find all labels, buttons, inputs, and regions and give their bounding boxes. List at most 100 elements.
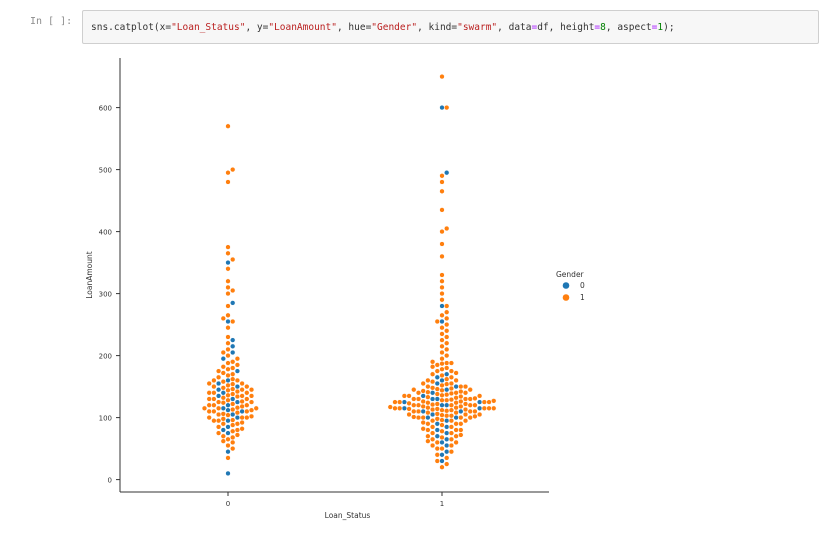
data-point-gender-1 xyxy=(225,360,231,366)
data-point-gender-1 xyxy=(439,361,445,367)
data-point-gender-1 xyxy=(439,382,445,389)
y-tick-label: 400 xyxy=(99,229,112,237)
y-tick-label: 0 xyxy=(108,477,112,485)
data-point-gender-1 xyxy=(225,366,231,372)
data-point-gender-1 xyxy=(206,390,212,396)
data-point-gender-1 xyxy=(215,405,222,411)
data-point-gender-1 xyxy=(420,426,426,432)
data-point-gender-1 xyxy=(439,284,445,291)
data-point-gender-1 xyxy=(458,403,464,410)
data-point-gender-0 xyxy=(220,390,226,396)
data-point-gender-1 xyxy=(225,387,231,393)
data-point-gender-0 xyxy=(429,411,436,418)
data-point-gender-0 xyxy=(444,424,450,430)
data-point-gender-1 xyxy=(225,436,231,442)
data-point-gender-1 xyxy=(444,321,450,328)
data-point-gender-1 xyxy=(420,419,426,426)
data-point-gender-1 xyxy=(448,449,455,455)
data-point-gender-1 xyxy=(462,401,469,407)
data-point-gender-1 xyxy=(434,411,440,417)
data-point-gender-0 xyxy=(215,380,222,387)
data-point-gender-1 xyxy=(434,416,440,422)
data-point-gender-1 xyxy=(448,380,455,387)
data-point-gender-0 xyxy=(439,439,445,446)
x-tick-label: 1 xyxy=(440,500,444,508)
y-axis-label: LoanAmount xyxy=(85,251,94,299)
data-point-gender-1 xyxy=(234,377,241,384)
data-point-gender-1 xyxy=(453,400,459,406)
data-point-gender-1 xyxy=(444,461,450,467)
data-point-gender-1 xyxy=(215,374,222,380)
data-point-gender-1 xyxy=(448,385,455,392)
data-point-gender-1 xyxy=(244,383,250,390)
data-point-gender-1 xyxy=(411,414,417,420)
data-point-gender-1 xyxy=(239,426,245,432)
data-point-gender-1 xyxy=(425,409,431,416)
data-point-gender-1 xyxy=(425,394,431,400)
data-point-gender-1 xyxy=(211,396,217,402)
data-point-gender-1 xyxy=(429,436,436,442)
data-point-gender-0 xyxy=(234,383,241,390)
data-point-gender-1 xyxy=(434,368,440,374)
data-point-gender-1 xyxy=(239,393,245,399)
data-point-gender-1 xyxy=(406,393,412,399)
data-point-gender-0 xyxy=(230,300,236,306)
data-point-gender-1 xyxy=(201,405,208,411)
data-point-gender-1 xyxy=(453,370,459,376)
data-point-gender-0 xyxy=(434,374,440,380)
data-point-gender-1 xyxy=(439,272,445,278)
data-point-gender-1 xyxy=(444,365,450,371)
data-point-gender-0 xyxy=(439,452,445,458)
data-point-gender-0 xyxy=(444,371,450,377)
data-point-gender-1 xyxy=(448,396,455,403)
data-point-gender-1 xyxy=(444,376,450,382)
data-point-gender-1 xyxy=(230,428,236,434)
data-point-gender-1 xyxy=(230,401,236,407)
data-point-gender-1 xyxy=(234,405,241,411)
data-point-gender-1 xyxy=(225,244,231,250)
data-point-gender-1 xyxy=(211,390,217,396)
data-point-gender-1 xyxy=(439,397,445,403)
data-point-gender-0 xyxy=(434,433,440,439)
data-point-gender-1 xyxy=(401,393,408,399)
data-point-gender-0 xyxy=(476,405,483,411)
chart-points xyxy=(201,73,497,477)
data-point-gender-0 xyxy=(439,377,445,384)
data-point-gender-1 xyxy=(239,403,245,410)
data-point-gender-1 xyxy=(230,445,236,452)
data-point-gender-0 xyxy=(453,383,459,390)
data-point-gender-1 xyxy=(211,408,217,415)
data-point-gender-1 xyxy=(230,166,236,173)
data-point-gender-1 xyxy=(420,388,426,394)
data-point-gender-1 xyxy=(220,385,226,391)
data-point-gender-0 xyxy=(225,424,231,430)
data-point-gender-1 xyxy=(444,340,450,346)
data-point-gender-1 xyxy=(239,419,245,426)
data-point-gender-1 xyxy=(220,421,226,427)
data-point-gender-1 xyxy=(420,380,426,387)
data-point-gender-1 xyxy=(444,225,450,232)
data-point-gender-1 xyxy=(420,414,426,421)
data-point-gender-1 xyxy=(467,396,473,402)
data-point-gender-1 xyxy=(462,418,469,424)
data-point-gender-1 xyxy=(458,432,464,438)
data-point-gender-1 xyxy=(225,412,231,418)
data-point-gender-1 xyxy=(211,377,217,384)
data-point-gender-1 xyxy=(434,445,440,452)
data-point-gender-1 xyxy=(230,391,236,397)
data-point-gender-1 xyxy=(439,207,445,213)
data-point-gender-1 xyxy=(439,73,445,80)
data-point-gender-1 xyxy=(248,393,255,399)
data-point-gender-1 xyxy=(215,424,222,430)
legend-title: Gender xyxy=(556,270,585,279)
data-point-gender-1 xyxy=(225,303,231,309)
data-point-gender-0 xyxy=(453,414,459,421)
data-point-gender-0 xyxy=(225,418,231,424)
data-point-gender-1 xyxy=(411,408,417,415)
data-point-gender-0 xyxy=(220,427,226,433)
data-point-gender-0 xyxy=(220,405,226,411)
data-point-gender-0 xyxy=(420,393,426,399)
data-point-gender-1 xyxy=(225,442,231,449)
data-point-gender-0 xyxy=(225,402,231,408)
data-point-gender-1 xyxy=(425,427,431,433)
